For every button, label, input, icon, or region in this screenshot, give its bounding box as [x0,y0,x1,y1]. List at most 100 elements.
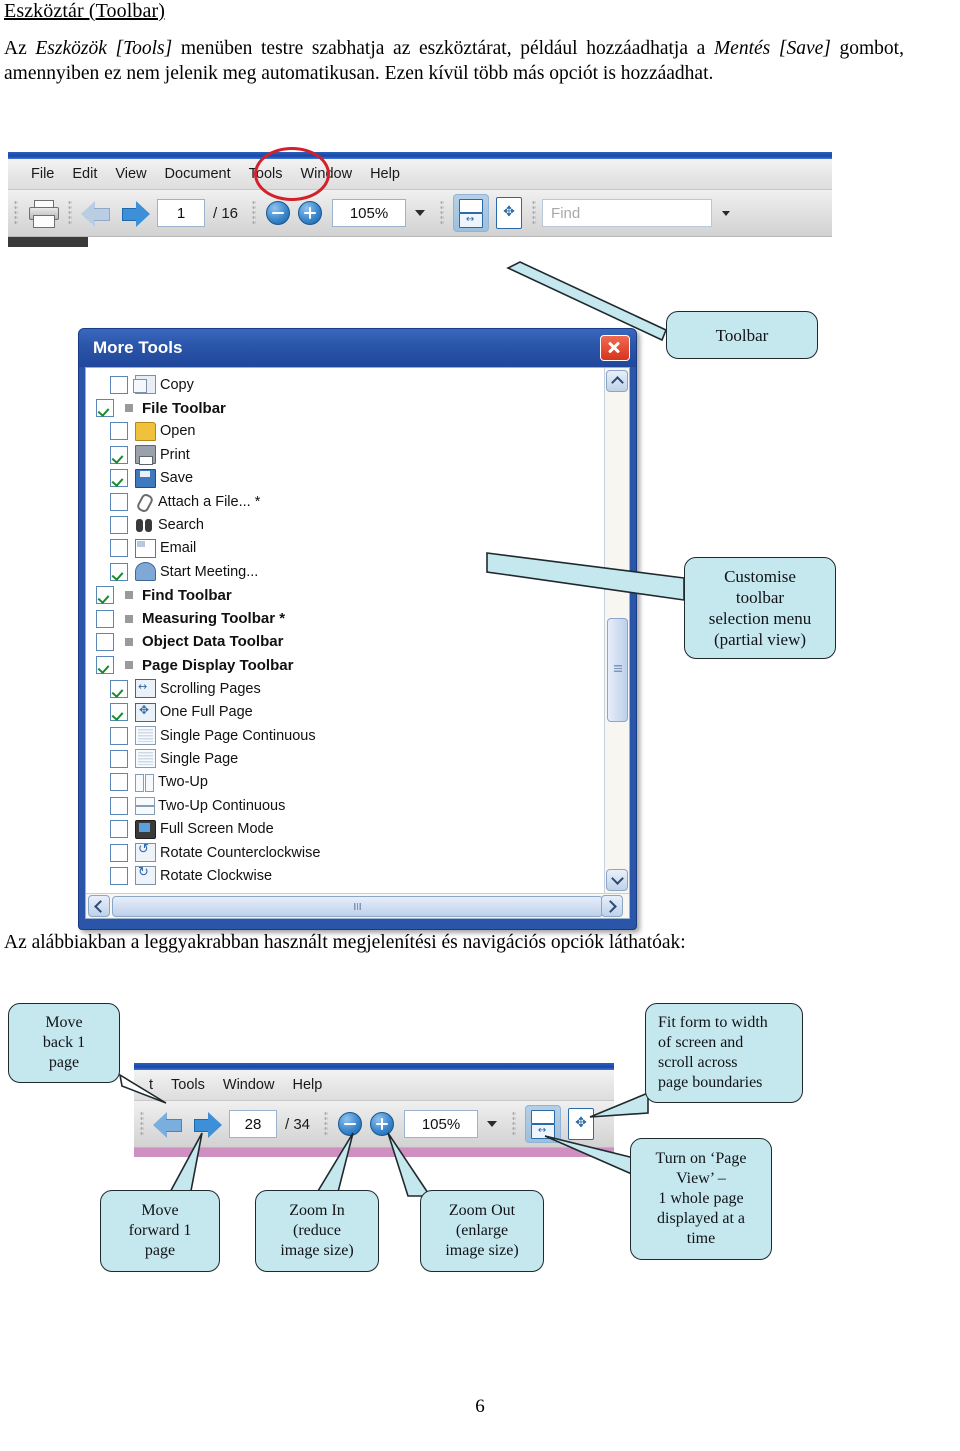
hscroll-thumb[interactable] [112,895,603,917]
scroll-down-icon[interactable] [606,869,628,891]
minus-circle-icon[interactable] [338,1112,363,1136]
list-item[interactable]: Object Data Toolbar [86,630,604,653]
arrow-left-icon[interactable] [80,200,114,227]
list-item[interactable]: Email [86,537,604,560]
menu-tools[interactable]: Tools [162,1077,214,1093]
checkbox[interactable] [110,516,128,535]
menu-help[interactable]: Help [361,166,409,182]
page-number-input[interactable]: 28 [229,1110,277,1138]
plus-circle-icon[interactable] [298,201,323,225]
checkbox[interactable] [96,399,114,418]
menu-file[interactable]: File [22,166,63,182]
checkbox[interactable] [96,656,114,675]
toolbar-grip[interactable] [68,200,72,226]
menu-window[interactable]: Window [214,1077,284,1093]
list-item[interactable]: Single Page Continuous [86,724,604,747]
checkbox[interactable] [110,866,128,885]
scroll-right-icon[interactable] [601,895,623,917]
list-item[interactable]: Rotate Counterclockwise [86,841,604,864]
full-screen-icon [135,819,156,839]
checkbox[interactable] [110,679,128,698]
list-item[interactable]: File Toolbar [86,396,604,419]
vertical-scrollbar[interactable] [604,368,629,893]
fit-page-icon[interactable]: ✥ [568,1108,595,1140]
checkbox[interactable] [96,632,114,651]
fit-width-button[interactable]: ↔ [525,1105,562,1143]
checkbox[interactable] [110,562,128,581]
checkbox[interactable] [96,586,114,605]
print-icon[interactable] [28,199,59,228]
list-item[interactable]: Open [86,420,604,443]
toolbar-grip[interactable] [440,200,445,226]
arrow-right-icon[interactable] [118,200,152,227]
scroll-thumb[interactable] [607,618,628,722]
list-item[interactable]: Full Screen Mode [86,817,604,840]
menu-edit[interactable]: Edit [63,166,106,182]
list-item[interactable]: Rotate Clockwise [86,864,604,887]
list-item[interactable]: Copy [86,373,604,396]
list-item[interactable]: Scrolling Pages [86,677,604,700]
menu-document[interactable]: Document [156,166,240,182]
tool-list[interactable]: Copy File Toolbar Open Print Save Attach a Fi… [86,368,604,893]
checkbox[interactable] [110,843,128,862]
scroll-left-icon[interactable] [88,895,110,917]
checkbox[interactable] [110,726,128,745]
para1-seg-0: Az [4,38,36,59]
arrow-left-icon[interactable] [152,1111,186,1138]
zoom-value-input[interactable]: 105% [404,1110,479,1138]
toolbar-grip[interactable] [512,1111,517,1137]
copy-icon [133,375,156,395]
list-item-label: Copy [160,376,194,393]
checkbox[interactable] [110,749,128,768]
checkbox[interactable] [110,375,128,394]
list-item-label: Email [160,540,197,557]
checkbox[interactable] [110,492,128,511]
checkbox[interactable] [110,796,128,815]
plus-circle-icon[interactable] [370,1112,395,1136]
checkbox[interactable] [110,422,128,441]
checkbox[interactable] [110,539,128,558]
menu-help[interactable]: Help [283,1077,331,1093]
menu-document-partial[interactable]: t [140,1077,162,1093]
list-item[interactable]: Save [86,467,604,490]
zoom-value-input[interactable]: 105% [332,199,407,227]
checkbox[interactable] [96,609,114,628]
list-item[interactable]: Two-Up [86,771,604,794]
dialog-title-bar[interactable]: More Tools [79,329,636,367]
minus-circle-icon[interactable] [266,201,291,225]
list-item[interactable]: Single Page [86,747,604,770]
list-item[interactable]: Attach a File... * [86,490,604,513]
list-item[interactable]: Find Toolbar [86,584,604,607]
toolbar-grip[interactable] [14,200,18,226]
menu-view[interactable]: View [106,166,155,182]
menu-bar: t Tools Window Help [134,1070,614,1101]
close-icon[interactable] [600,335,630,361]
scroll-up-icon[interactable] [606,370,628,392]
chevron-down-icon[interactable] [487,1121,498,1127]
toolbar-grip[interactable] [252,200,257,226]
page-number-input[interactable]: 1 [157,199,205,227]
list-item[interactable]: Page Display Toolbar [86,654,604,677]
fit-width-button[interactable]: ↔ [453,194,490,232]
search-input[interactable]: Find [542,199,713,227]
checkbox[interactable] [110,445,128,464]
list-item[interactable]: Two-Up Continuous [86,794,604,817]
toolbar-grip[interactable] [324,1111,329,1137]
list-item[interactable]: Print [86,443,604,466]
chevron-down-icon[interactable] [415,210,426,216]
list-item[interactable]: Measuring Toolbar * [86,607,604,630]
arrow-right-icon[interactable] [190,1111,224,1138]
fit-page-icon[interactable]: ✥ [496,197,523,229]
checkbox[interactable] [110,703,128,722]
checkbox[interactable] [110,469,128,488]
list-item[interactable]: One Full Page [86,700,604,723]
toolbar-grip[interactable] [140,1111,144,1137]
horizontal-scrollbar[interactable] [86,893,629,918]
toolbar-grip[interactable] [532,200,537,226]
list-item[interactable]: Start Meeting... [86,560,604,583]
callout-page-view: Turn on ‘Page View’ – 1 whole page displ… [630,1138,772,1260]
list-item[interactable]: Search [86,513,604,536]
checkbox[interactable] [110,773,128,792]
checkbox[interactable] [110,820,128,839]
chevron-down-icon[interactable] [722,210,731,216]
